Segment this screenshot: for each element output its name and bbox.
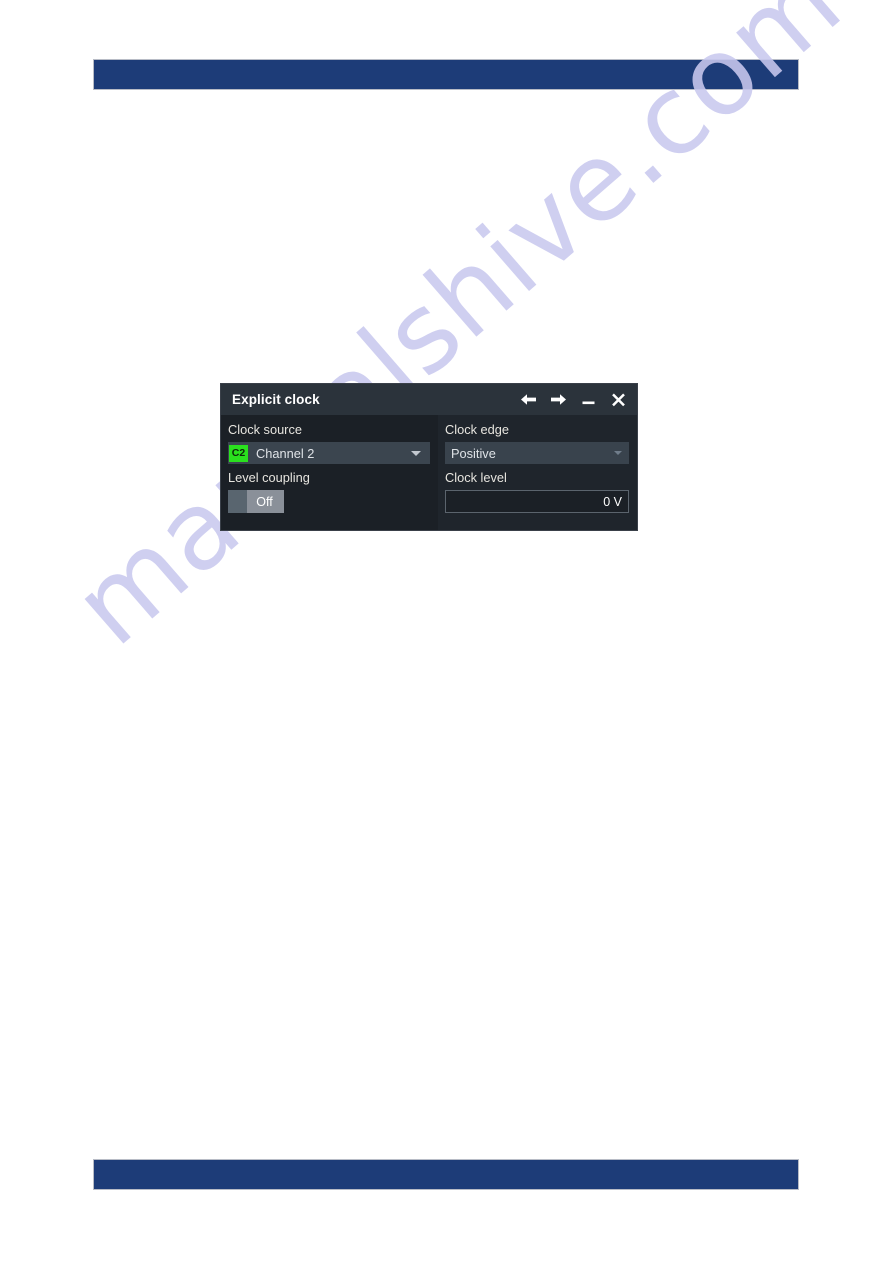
clock-level-input[interactable]: 0 V xyxy=(445,490,629,513)
forward-arrow-icon[interactable] xyxy=(549,390,568,409)
header-rule-bar xyxy=(93,59,799,90)
level-coupling-field: Level coupling Off xyxy=(228,469,430,516)
clock-edge-field: Clock edge Positive xyxy=(445,421,629,464)
clock-level-field: Clock level 0 V xyxy=(445,469,629,513)
footer-rule-bar xyxy=(93,1159,799,1190)
clock-level-label: Clock level xyxy=(445,470,507,485)
clock-source-dropdown[interactable]: C2 Channel 2 xyxy=(228,442,430,464)
minimize-icon[interactable] xyxy=(579,390,598,409)
level-coupling-toggle[interactable]: Off xyxy=(228,490,284,513)
titlebar-actions xyxy=(519,390,628,409)
channel-badge: C2 xyxy=(229,444,248,462)
close-icon[interactable] xyxy=(609,390,628,409)
chevron-down-icon xyxy=(614,451,622,455)
back-arrow-icon[interactable] xyxy=(519,390,538,409)
clock-source-value: Channel 2 xyxy=(256,445,315,461)
clock-source-field: Clock source C2 Channel 2 xyxy=(228,421,430,464)
clock-edge-value: Positive xyxy=(451,445,496,461)
explicit-clock-dialog: Explicit clock Clock source C2 Channel 2… xyxy=(221,384,637,530)
clock-level-value: 0 V xyxy=(603,494,622,509)
level-coupling-value: Off xyxy=(256,494,273,509)
toggle-knob xyxy=(228,490,247,513)
clock-edge-label: Clock edge xyxy=(445,422,510,437)
clock-source-label: Clock source xyxy=(228,422,302,437)
dialog-title: Explicit clock xyxy=(232,392,320,407)
dialog-column-right: Clock edge Positive Clock level 0 V xyxy=(438,415,637,530)
dialog-body: Clock source C2 Channel 2 Level coupling… xyxy=(221,415,637,530)
clock-edge-dropdown[interactable]: Positive xyxy=(445,442,629,464)
dialog-titlebar: Explicit clock xyxy=(221,384,637,415)
chevron-down-icon xyxy=(411,450,421,456)
dialog-column-left: Clock source C2 Channel 2 Level coupling… xyxy=(221,415,438,530)
level-coupling-label: Level coupling xyxy=(228,470,310,485)
document-page: manualshive.com Explicit clock Clock sou… xyxy=(0,0,893,1263)
